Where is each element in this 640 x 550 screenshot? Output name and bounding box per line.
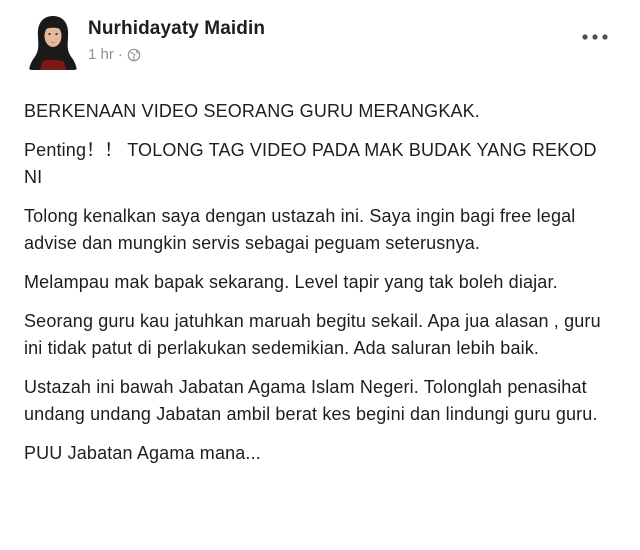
post-paragraph-4: Melampau mak bapak sekarang. Level tapir…: [24, 272, 558, 292]
avatar[interactable]: [28, 12, 78, 70]
post-paragraph-2: Penting！！ TOLONG TAG VIDEO PADA MAK BUDA…: [24, 140, 597, 187]
post-timestamp[interactable]: 1 hr: [88, 46, 114, 63]
author-name[interactable]: Nurhidayaty Maidin: [88, 18, 265, 40]
post-paragraph-1: BERKENAAN VIDEO SEORANG GURU MERANGKAK.: [24, 101, 480, 121]
post-paragraph-6: Ustazah ini bawah Jabatan Agama Islam Ne…: [24, 377, 598, 424]
post-paragraph-3: Tolong kenalkan saya dengan ustazah ini.…: [24, 206, 576, 253]
avatar-image: [28, 12, 78, 70]
meta-separator: ·: [117, 46, 123, 63]
more-options-icon[interactable]: [580, 30, 610, 44]
globe-icon[interactable]: [127, 48, 141, 62]
post-header: Nurhidayaty Maidin 1 hr ·: [24, 12, 616, 76]
post-body: BERKENAAN VIDEO SEORANG GURU MERANGKAK. …: [24, 98, 616, 467]
post-meta: 1 hr ·: [88, 46, 141, 63]
post-card: Nurhidayaty Maidin 1 hr · BERKENAAN VIDE…: [0, 0, 640, 550]
post-paragraph-7: PUU Jabatan Agama mana...: [24, 443, 261, 463]
post-paragraph-5: Seorang guru kau jatuhkan maruah begitu …: [24, 311, 601, 358]
